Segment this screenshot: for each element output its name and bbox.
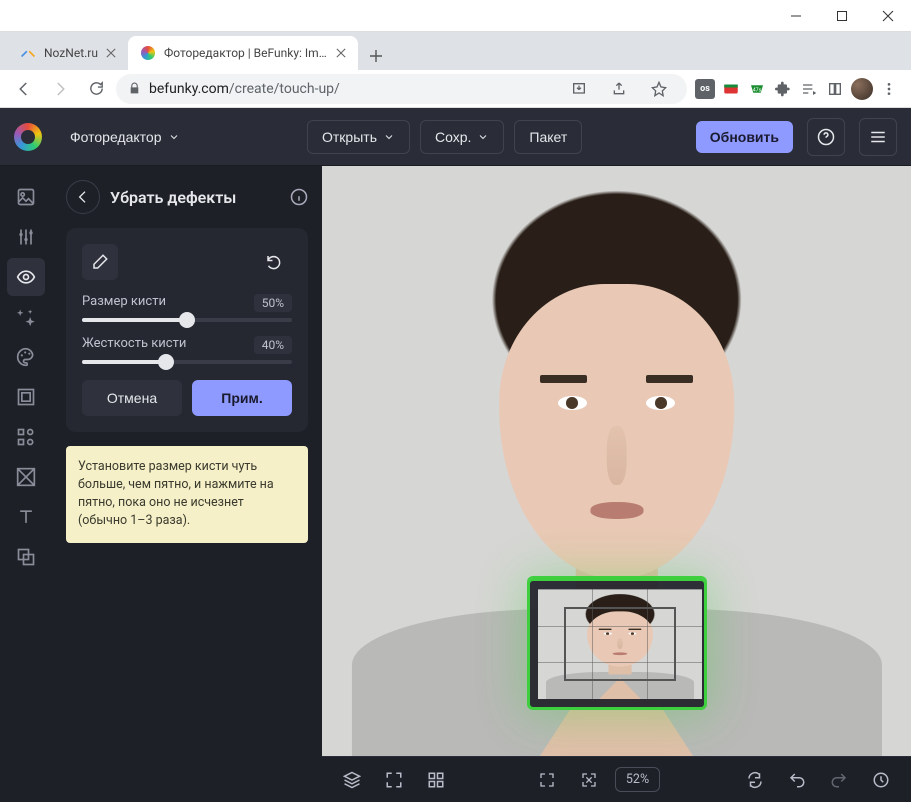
open-button[interactable]: Открыть <box>307 120 410 154</box>
share-icon[interactable] <box>603 73 635 105</box>
tab-title: NozNet.ru <box>44 46 98 60</box>
navigator-viewport-frame[interactable] <box>564 607 676 681</box>
panel-info-icon[interactable] <box>290 188 308 206</box>
rail-graphics-icon[interactable] <box>7 418 45 456</box>
browser-tab[interactable]: NozNet.ru <box>8 36 128 70</box>
canvas-view[interactable] <box>322 166 911 756</box>
extension-icons: os 47s <box>691 78 903 100</box>
reading-list-icon[interactable] <box>825 79 845 99</box>
tab-close-icon[interactable] <box>106 48 116 58</box>
star-icon[interactable] <box>643 73 675 105</box>
window-minimize-button[interactable] <box>773 0 819 32</box>
extensions-menu-icon[interactable] <box>773 79 793 99</box>
layers-icon[interactable] <box>336 764 368 796</box>
befunky-favicon-icon <box>140 45 156 61</box>
extension-icon[interactable]: 47s <box>747 79 767 99</box>
rail-touchup-icon[interactable] <box>7 258 45 296</box>
panel-back-button[interactable] <box>66 180 100 214</box>
navigator-minimap[interactable] <box>527 578 707 710</box>
profile-avatar[interactable] <box>851 78 873 100</box>
hint-box: Установите размер кисти чуть больше, чем… <box>66 446 308 543</box>
browser-toolbar: befunky.com/create/touch-up/ os 47s <box>0 70 911 108</box>
open-label: Открыть <box>322 129 377 145</box>
reset-icon[interactable] <box>256 244 292 280</box>
rail-text-icon[interactable] <box>7 498 45 536</box>
rail-adjust-icon[interactable] <box>7 218 45 256</box>
canvas-resize-icon[interactable] <box>378 764 410 796</box>
app-header: Фоторедактор Открыть Сохр. Пакет Обновит… <box>0 108 911 166</box>
nav-reload-button[interactable] <box>80 73 112 105</box>
apply-button[interactable]: Прим. <box>192 380 292 416</box>
window-maximize-button[interactable] <box>819 0 865 32</box>
bottom-toolbar: 52% <box>322 756 911 802</box>
tools-icon <box>20 45 36 61</box>
lock-icon <box>128 82 141 95</box>
help-button[interactable] <box>807 118 845 156</box>
controls-card: Размер кисти 50% Жесткость кисти 40% Отм… <box>66 228 308 432</box>
redo-icon[interactable] <box>823 764 855 796</box>
hardness-value: 40% <box>254 336 292 354</box>
app-body: Убрать дефекты Размер кисти 50% Жесткост… <box>0 166 911 802</box>
address-bar[interactable]: befunky.com/create/touch-up/ <box>116 74 687 104</box>
window-titlebar <box>0 0 911 32</box>
tab-title: Фоторедактор | BeFunky: Image <box>164 46 328 60</box>
nav-forward-button[interactable] <box>44 73 76 105</box>
browser-menu-icon[interactable] <box>879 79 899 99</box>
chevron-down-icon <box>477 131 489 143</box>
canvas-area: 52% <box>322 166 911 802</box>
rail-frames-icon[interactable] <box>7 378 45 416</box>
chevron-down-icon <box>168 131 180 143</box>
undo-icon[interactable] <box>781 764 813 796</box>
install-app-icon[interactable] <box>563 73 595 105</box>
svg-text:47s: 47s <box>753 87 762 93</box>
editor-mode-label: Фоторедактор <box>70 129 162 145</box>
upgrade-label: Обновить <box>710 129 779 145</box>
app-logo-icon[interactable] <box>14 123 42 151</box>
menu-button[interactable] <box>859 118 897 156</box>
fit-screen-icon[interactable] <box>573 764 605 796</box>
new-tab-button[interactable] <box>362 42 390 70</box>
side-panel: Убрать дефекты Размер кисти 50% Жесткост… <box>52 166 322 802</box>
nav-back-button[interactable] <box>8 73 40 105</box>
brush-size-label: Размер кисти <box>82 294 166 312</box>
zoom-value[interactable]: 52% <box>615 767 660 792</box>
cancel-button[interactable]: Отмена <box>82 380 182 416</box>
extension-icon[interactable]: os <box>695 79 715 99</box>
browser-tab-strip: NozNet.ru Фоторедактор | BeFunky: Image <box>0 32 911 70</box>
batch-label: Пакет <box>529 129 567 145</box>
tool-rail <box>0 166 52 802</box>
chevron-down-icon <box>383 131 395 143</box>
browser-tab[interactable]: Фоторедактор | BeFunky: Image <box>128 36 358 70</box>
fullscreen-icon[interactable] <box>531 764 563 796</box>
playlist-icon[interactable] <box>799 79 819 99</box>
brush-size-value: 50% <box>254 294 292 312</box>
editor-mode-dropdown[interactable]: Фоторедактор <box>56 121 194 153</box>
batch-button[interactable]: Пакет <box>514 120 582 154</box>
compare-icon[interactable] <box>739 764 771 796</box>
upgrade-button[interactable]: Обновить <box>696 121 793 153</box>
eraser-icon[interactable] <box>82 244 118 280</box>
save-button[interactable]: Сохр. <box>420 120 504 154</box>
panel-title: Убрать дефекты <box>110 188 280 207</box>
url-text: befunky.com/create/touch-up/ <box>149 81 340 97</box>
brush-size-slider[interactable]: Размер кисти 50% <box>82 294 292 322</box>
rail-effects-icon[interactable] <box>7 298 45 336</box>
rail-overlays-icon[interactable] <box>7 458 45 496</box>
history-icon[interactable] <box>865 764 897 796</box>
rail-textures-icon[interactable] <box>7 538 45 576</box>
hardness-label: Жесткость кисти <box>82 336 186 354</box>
window-close-button[interactable] <box>865 0 911 32</box>
extension-icon[interactable] <box>721 79 741 99</box>
grid-view-icon[interactable] <box>420 764 452 796</box>
rail-artsy-icon[interactable] <box>7 338 45 376</box>
tab-close-icon[interactable] <box>336 48 346 58</box>
save-label: Сохр. <box>435 129 471 145</box>
rail-edit-icon[interactable] <box>7 178 45 216</box>
hardness-slider[interactable]: Жесткость кисти 40% <box>82 336 292 364</box>
